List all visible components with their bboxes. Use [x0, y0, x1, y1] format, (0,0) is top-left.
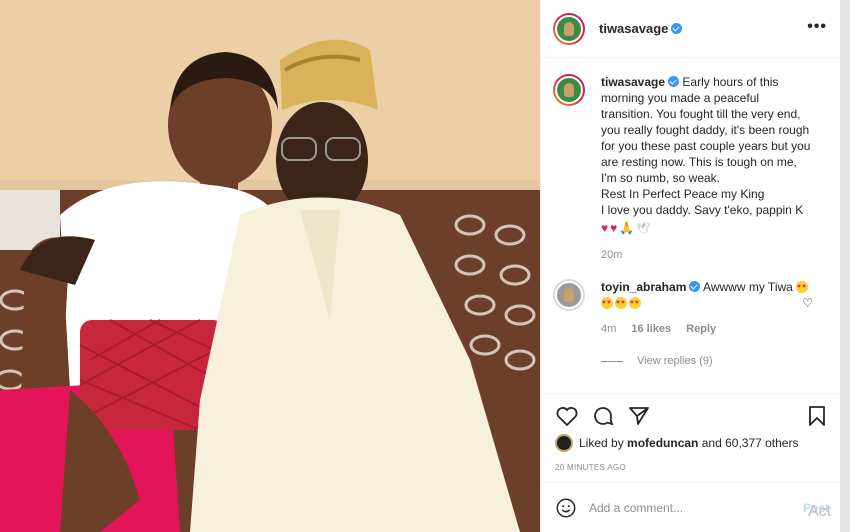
- comment-likes[interactable]: 16 likes: [631, 323, 671, 335]
- post-photo[interactable]: [0, 0, 540, 532]
- comment-icon[interactable]: [591, 404, 615, 428]
- likes-prefix: Liked by: [579, 436, 624, 450]
- heart-icon[interactable]: [555, 404, 579, 428]
- post-username[interactable]: tiwasavage: [599, 21, 683, 36]
- comment-meta: 4m 16 likes Reply: [601, 321, 811, 337]
- likes-user[interactable]: mofeduncan: [627, 436, 698, 450]
- caption-emojis: ♥ ♥ 🙏 🕊: [601, 219, 652, 235]
- reply-button[interactable]: Reply: [686, 323, 716, 335]
- verified-badge-icon: [671, 23, 683, 34]
- post-sidebar: tiwasavage ••• tiwasavage Early hours of…: [540, 0, 841, 532]
- likes-count[interactable]: and 60,377 others: [702, 436, 799, 450]
- bookmark-icon[interactable]: [805, 404, 829, 428]
- comments-section[interactable]: tiwasavage Early hours of this morning y…: [541, 58, 841, 393]
- view-replies-label: View replies (9): [637, 355, 713, 367]
- post-header: tiwasavage •••: [541, 0, 841, 58]
- instagram-post-view: tiwasavage ••• tiwasavage Early hours of…: [0, 0, 850, 532]
- comment-avatar[interactable]: [553, 279, 585, 311]
- heart-eyes-emoji-icon: [629, 295, 641, 311]
- comment-row: toyin_abraham Awwww my Tiwa 4m 16 likes …: [553, 279, 827, 337]
- heart-eyes-emoji-icon: [601, 295, 613, 311]
- caption-username[interactable]: tiwasavage: [601, 75, 665, 89]
- comment-time[interactable]: 4m: [601, 323, 616, 335]
- more-options-icon[interactable]: •••: [807, 18, 827, 36]
- action-bar: [541, 393, 841, 433]
- window-edge: [840, 0, 850, 532]
- verified-badge-icon: [689, 281, 701, 292]
- comment-username[interactable]: toyin_abraham: [601, 280, 686, 294]
- caption-row: tiwasavage Early hours of this morning y…: [553, 74, 827, 263]
- activation-watermark: Act: [808, 503, 832, 520]
- share-icon[interactable]: [627, 404, 651, 428]
- comment-input[interactable]: [589, 500, 789, 515]
- red-heart-icon: ♥: [601, 221, 609, 235]
- comment-text: Awwww my Tiwa: [703, 280, 793, 294]
- verified-badge-icon: [668, 76, 680, 87]
- praying-hands-icon: 🙏: [619, 221, 635, 235]
- red-heart-icon: ♥: [610, 221, 618, 235]
- emoji-icon[interactable]: [555, 497, 577, 519]
- add-comment-bar: Post: [541, 482, 841, 532]
- likes-summary[interactable]: Liked by mofeduncan and 60,377 others: [555, 434, 798, 452]
- liker-avatar[interactable]: [555, 434, 573, 452]
- view-replies-button[interactable]: View replies (9): [601, 355, 827, 367]
- avatar[interactable]: [553, 12, 585, 45]
- heart-eyes-emoji-icon: [796, 279, 809, 295]
- replies-divider: [601, 360, 623, 362]
- caption-avatar[interactable]: [553, 74, 585, 106]
- caption-meta: 20m: [601, 247, 811, 263]
- caption-text: Early hours of this morning you made a p…: [601, 75, 811, 217]
- caption-time[interactable]: 20m: [601, 249, 622, 261]
- dove-icon: 🕊: [636, 223, 651, 235]
- heart-eyes-emoji-icon: [615, 295, 627, 311]
- comment-like-heart-icon[interactable]: ♡: [802, 296, 813, 310]
- post-timestamp[interactable]: 20 MINUTES AGO: [555, 463, 626, 472]
